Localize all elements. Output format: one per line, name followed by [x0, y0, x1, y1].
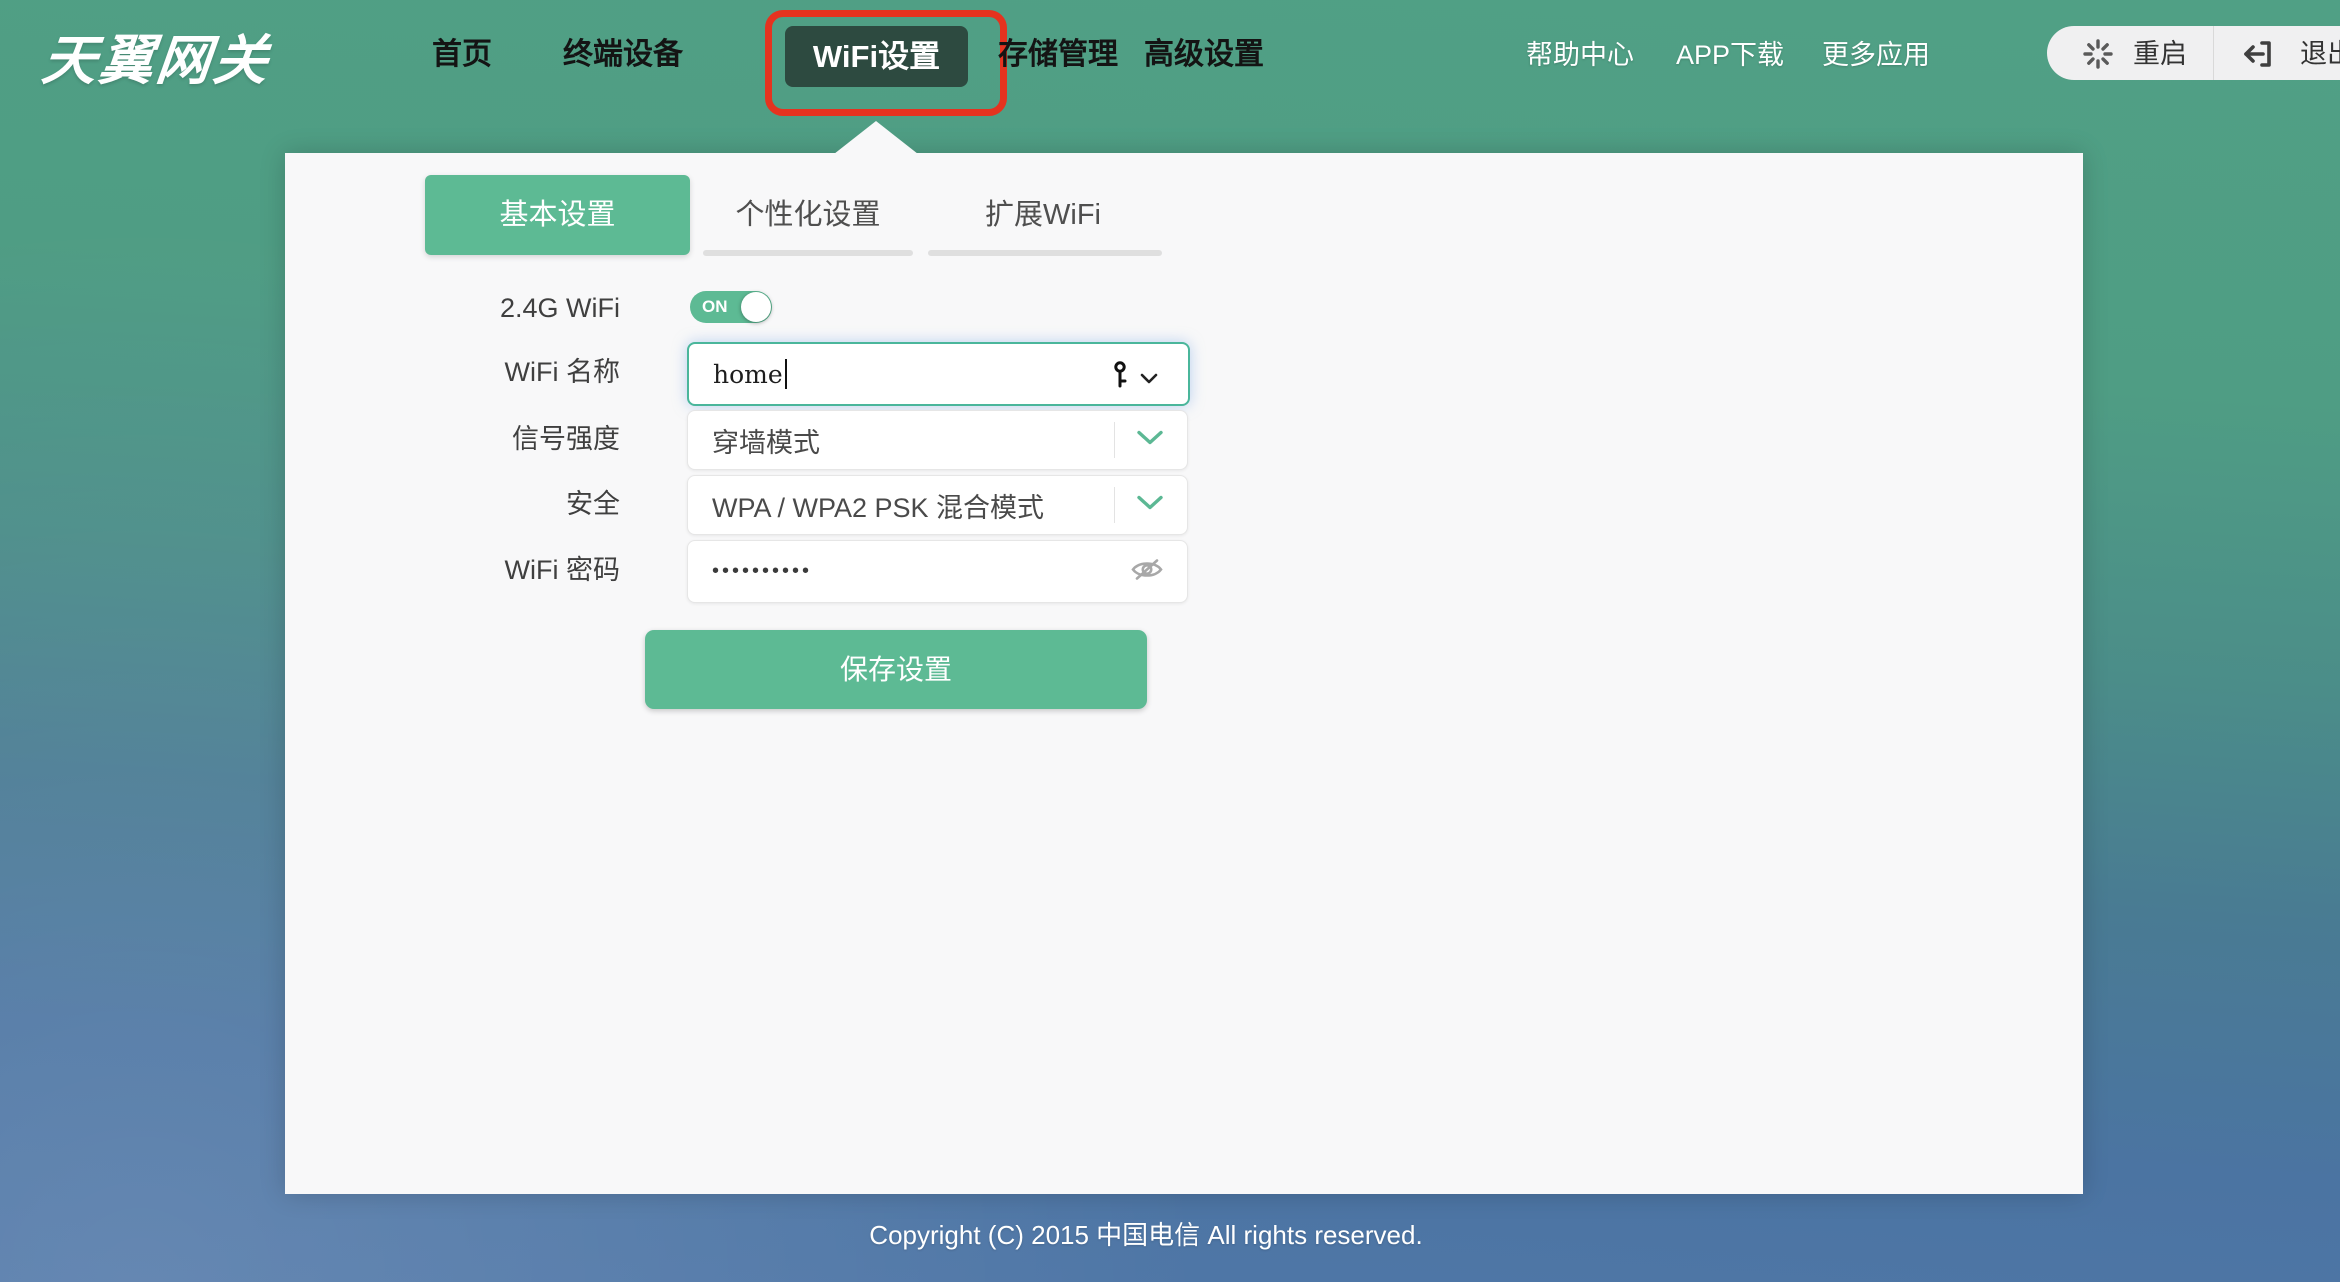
wifi-24g-toggle[interactable]: ON — [690, 291, 772, 323]
save-button[interactable]: 保存设置 — [645, 630, 1147, 709]
wifi-name-input[interactable]: home — [687, 342, 1190, 406]
text-cursor — [785, 359, 787, 389]
tab-personalized-settings[interactable]: 个性化设置 — [735, 198, 880, 232]
copyright-text: Copyright (C) 2015 中国电信 All rights reser… — [0, 1215, 2292, 1252]
security-label: 安全 — [360, 475, 620, 533]
nav-link-app-download[interactable]: APP下载 — [1676, 40, 1784, 70]
nav-item-devices[interactable]: 终端设备 — [563, 38, 683, 72]
nav-link-help-center[interactable]: 帮助中心 — [1526, 40, 1634, 70]
field-divider — [1114, 487, 1115, 523]
chevron-down-icon[interactable] — [1136, 495, 1164, 516]
wifi-name-value: home — [713, 360, 783, 389]
signal-strength-select[interactable]: 穿墙模式 — [687, 410, 1188, 470]
security-select[interactable]: WPA / WPA2 PSK 混合模式 — [687, 475, 1188, 535]
signal-strength-value: 穿墙模式 — [712, 411, 820, 469]
tab-extend-wifi[interactable]: 扩展WiFi — [985, 198, 1101, 232]
security-value: WPA / WPA2 PSK 混合模式 — [712, 476, 1044, 534]
reboot-button[interactable]: 重启 — [2133, 39, 2187, 69]
pill-divider — [2213, 26, 2214, 80]
tab-basic-settings[interactable]: 基本设置 — [425, 175, 690, 255]
field-divider — [1114, 422, 1115, 458]
panel-pointer-arrow — [834, 121, 918, 154]
tab-underline — [928, 250, 1162, 256]
wifi-24g-label: 2.4G WiFi — [360, 292, 620, 324]
wifi-password-input[interactable]: •••••••••• — [687, 540, 1188, 603]
logo: 天翼网关 — [39, 16, 275, 95]
chevron-down-icon[interactable] — [1136, 430, 1164, 451]
nav-link-more-apps[interactable]: 更多应用 — [1822, 40, 1930, 70]
eye-off-icon[interactable] — [1130, 555, 1164, 588]
logout-icon — [2240, 36, 2276, 77]
wifi-name-label: WiFi 名称 — [360, 342, 620, 402]
spinner-icon — [2083, 39, 2113, 74]
toggle-on-text: ON — [702, 291, 728, 323]
active-nav-highlight-annotation — [765, 10, 1007, 116]
tab-underline — [703, 250, 913, 256]
signal-strength-label: 信号强度 — [360, 410, 620, 468]
key-icon[interactable] — [1112, 361, 1128, 394]
nav-item-storage[interactable]: 存储管理 — [998, 38, 1118, 72]
nav-item-home[interactable]: 首页 — [432, 38, 492, 72]
router-admin-page: 天翼网关 首页 终端设备 WiFi设置 存储管理 高级设置 帮助中心 APP下载… — [0, 0, 2340, 1282]
toggle-knob[interactable] — [741, 292, 771, 322]
wifi-password-label: WiFi 密码 — [360, 540, 620, 601]
logout-button[interactable]: 退出 — [2300, 39, 2340, 69]
nav-item-advanced[interactable]: 高级设置 — [1144, 38, 1264, 72]
chevron-down-icon[interactable] — [1140, 371, 1158, 389]
wifi-password-value: •••••••••• — [712, 541, 812, 602]
